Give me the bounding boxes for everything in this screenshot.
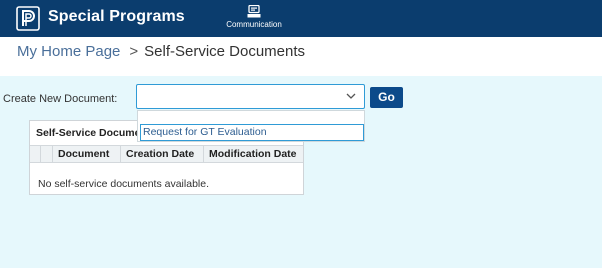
select-column-header [30, 146, 40, 163]
chevron-down-icon[interactable] [346, 92, 356, 100]
communication-icon [247, 5, 261, 18]
breadcrumb-current: Self-Service Documents [144, 43, 306, 60]
create-document-label: Create New Document: [3, 93, 118, 105]
breadcrumb-separator: > [129, 43, 139, 60]
nav-communication-label: Communication [226, 20, 282, 29]
top-nav-bar: Special Programs Communication [0, 0, 602, 37]
breadcrumb: My Home Page > Self-Service Documents [17, 43, 305, 60]
dropdown-option-gt-evaluation[interactable]: Request for GT Evaluation [140, 124, 364, 141]
powerschool-logo-icon[interactable] [16, 6, 40, 31]
document-type-dropdown-list: Request for GT Evaluation [137, 110, 365, 142]
column-header-document[interactable]: Document [52, 146, 120, 163]
table-header-row: Document Creation Date Modification Date [30, 145, 303, 163]
go-button[interactable]: Go [370, 87, 403, 108]
app-title: Special Programs [48, 8, 185, 25]
empty-table-message: No self-service documents available. [38, 178, 209, 190]
column-header-modification-date[interactable]: Modification Date [203, 146, 303, 163]
document-type-select[interactable] [136, 84, 365, 109]
column-header-creation-date[interactable]: Creation Date [120, 146, 203, 163]
select-column-header [40, 146, 52, 163]
breadcrumb-home-link[interactable]: My Home Page [17, 43, 120, 60]
nav-communication[interactable]: Communication [218, 2, 290, 35]
